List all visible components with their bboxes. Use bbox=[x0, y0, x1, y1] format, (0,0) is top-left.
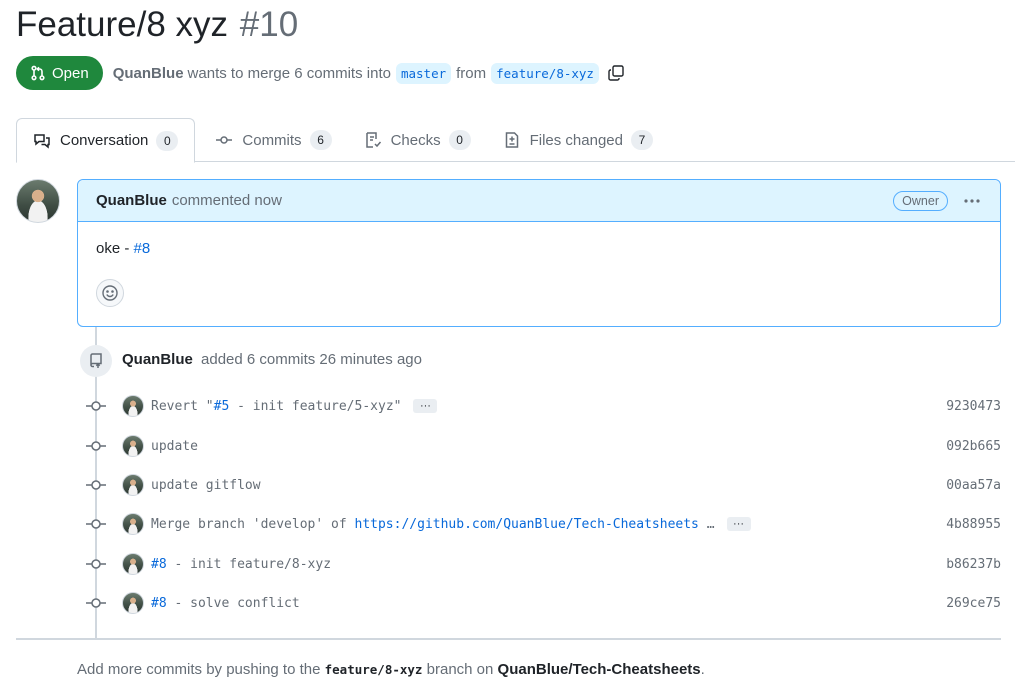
git-pull-request-icon bbox=[31, 65, 45, 81]
commit-issue-link[interactable]: #8 bbox=[151, 557, 167, 572]
tab-counter: 0 bbox=[156, 130, 179, 151]
expand-message-button[interactable]: ··· bbox=[413, 399, 438, 413]
push-hint-text-1: Add more commits by pushing to the bbox=[77, 661, 321, 678]
comment-time[interactable]: commented now bbox=[172, 192, 282, 209]
merge-summary: QuanBlue wants to merge 6 commits into m… bbox=[113, 62, 625, 84]
tab-commits[interactable]: Commits 6 bbox=[199, 118, 347, 162]
push-hint-branch: feature/8-xyz bbox=[324, 662, 423, 677]
copy-icon[interactable] bbox=[607, 64, 625, 82]
commit-author-avatar[interactable] bbox=[122, 395, 144, 417]
comment-body-text: oke - bbox=[96, 240, 134, 257]
tab-counter: 0 bbox=[448, 130, 471, 150]
commit-sha[interactable]: 9230473 bbox=[946, 399, 1001, 414]
author-avatar[interactable] bbox=[16, 179, 60, 223]
pr-tabs: Conversation 0 Commits 6 Checks 0 Files … bbox=[16, 118, 1015, 163]
commit-sha[interactable]: 269ce75 bbox=[946, 596, 1001, 611]
kebab-horizontal-icon[interactable] bbox=[962, 191, 982, 211]
tab-conversation[interactable]: Conversation 0 bbox=[16, 118, 196, 163]
commit-author-avatar[interactable] bbox=[122, 513, 144, 535]
commits-added-event: QuanBlue added 6 commits 26 minutes ago bbox=[122, 351, 422, 368]
commit-row: Merge branch 'develop' of https://github… bbox=[84, 512, 1001, 536]
git-commit-icon bbox=[84, 552, 108, 576]
commit-row: update 092b665 bbox=[84, 434, 1001, 458]
commit-row: Revert "#5 - init feature/5-xyz" ··· 923… bbox=[84, 394, 1001, 418]
git-commit-icon bbox=[84, 512, 108, 536]
commit-row: #8 - solve conflict 269ce75 bbox=[84, 591, 1001, 615]
checklist-icon bbox=[364, 131, 382, 149]
commit-issue-link[interactable]: #8 bbox=[151, 596, 167, 611]
comment-header: QuanBlue commented now Owner bbox=[78, 180, 1000, 222]
push-hint-text-3: . bbox=[700, 661, 705, 678]
commit-sha[interactable]: 092b665 bbox=[946, 439, 1001, 454]
merge-text-2: from bbox=[456, 64, 487, 82]
tab-label: Conversation bbox=[60, 132, 149, 149]
commit-sha[interactable]: 4b88955 bbox=[946, 517, 1001, 532]
git-commit-icon bbox=[84, 434, 108, 458]
commit-sha[interactable]: b86237b bbox=[946, 557, 1001, 572]
pr-author-link[interactable]: QuanBlue bbox=[113, 65, 184, 82]
commit-message[interactable]: Revert "#5 - init feature/5-xyz" bbox=[151, 399, 401, 414]
commit-author-avatar[interactable] bbox=[122, 474, 144, 496]
tab-label: Files changed bbox=[529, 131, 623, 149]
owner-badge: Owner bbox=[893, 190, 948, 211]
git-commit-icon bbox=[84, 473, 108, 497]
commit-author-avatar[interactable] bbox=[122, 553, 144, 575]
tab-files-changed[interactable]: Files changed 7 bbox=[487, 118, 669, 162]
commit-message[interactable]: Merge branch 'develop' of https://github… bbox=[151, 517, 715, 532]
tab-label: Commits bbox=[242, 131, 302, 149]
merge-text-1: wants to merge 6 commits into bbox=[187, 64, 391, 82]
commit-message[interactable]: update gitflow bbox=[151, 478, 261, 493]
tab-label: Checks bbox=[390, 131, 441, 149]
repo-push-icon bbox=[80, 345, 112, 377]
state-label: Open bbox=[52, 64, 89, 82]
tab-checks[interactable]: Checks 0 bbox=[348, 118, 487, 162]
open-state-badge: Open bbox=[16, 56, 103, 90]
event-text: added 6 commits 26 minutes ago bbox=[201, 351, 422, 368]
commit-issue-link[interactable]: #5 bbox=[214, 399, 230, 414]
pr-number: #10 bbox=[239, 5, 299, 44]
commit-sha[interactable]: 00aa57a bbox=[946, 478, 1001, 493]
push-hint: Add more commits by pushing to the featu… bbox=[77, 661, 705, 678]
git-commit-icon bbox=[84, 394, 108, 418]
event-author-link[interactable]: QuanBlue bbox=[122, 351, 193, 368]
pr-state-row: Open QuanBlue wants to merge 6 commits i… bbox=[16, 56, 625, 90]
commit-row: update gitflow 00aa57a bbox=[84, 473, 1001, 497]
commit-author-avatar[interactable] bbox=[122, 435, 144, 457]
tab-counter: 7 bbox=[631, 130, 653, 150]
pr-title-text: Feature/8 xyz bbox=[16, 5, 229, 44]
comment-box: QuanBlue commented now Owner oke - #8 bbox=[77, 179, 1001, 327]
repo-link[interactable]: QuanBlue/Tech-Cheatsheets bbox=[498, 661, 701, 678]
file-diff-icon bbox=[503, 131, 521, 149]
base-branch-link[interactable]: master bbox=[395, 62, 452, 84]
commit-author-avatar[interactable] bbox=[122, 592, 144, 614]
smiley-icon bbox=[102, 285, 118, 301]
comment-body: oke - #8 bbox=[78, 222, 1000, 275]
expand-message-button[interactable]: ··· bbox=[726, 517, 751, 531]
head-branch-link[interactable]: feature/8-xyz bbox=[491, 62, 599, 84]
repo-url-link[interactable]: https://github.com/QuanBlue/Tech-Cheatsh… bbox=[355, 517, 699, 532]
commit-message[interactable]: update bbox=[151, 439, 198, 454]
tab-counter: 6 bbox=[309, 130, 332, 150]
issue-link[interactable]: #8 bbox=[134, 240, 151, 257]
commit-row: #8 - init feature/8-xyz b86237b bbox=[84, 552, 1001, 576]
git-commit-icon bbox=[215, 131, 233, 149]
pr-title: Feature/8 xyz #10 bbox=[16, 4, 298, 46]
git-commit-icon bbox=[84, 591, 108, 615]
timeline-separator bbox=[16, 638, 1001, 640]
commit-message[interactable]: #8 - init feature/8-xyz bbox=[151, 557, 331, 572]
add-reaction-button[interactable] bbox=[96, 279, 124, 307]
push-hint-text-2: branch on bbox=[426, 661, 494, 678]
comment-discussion-icon bbox=[33, 132, 51, 150]
comment-author-link[interactable]: QuanBlue bbox=[96, 192, 167, 209]
commit-message[interactable]: #8 - solve conflict bbox=[151, 596, 300, 611]
